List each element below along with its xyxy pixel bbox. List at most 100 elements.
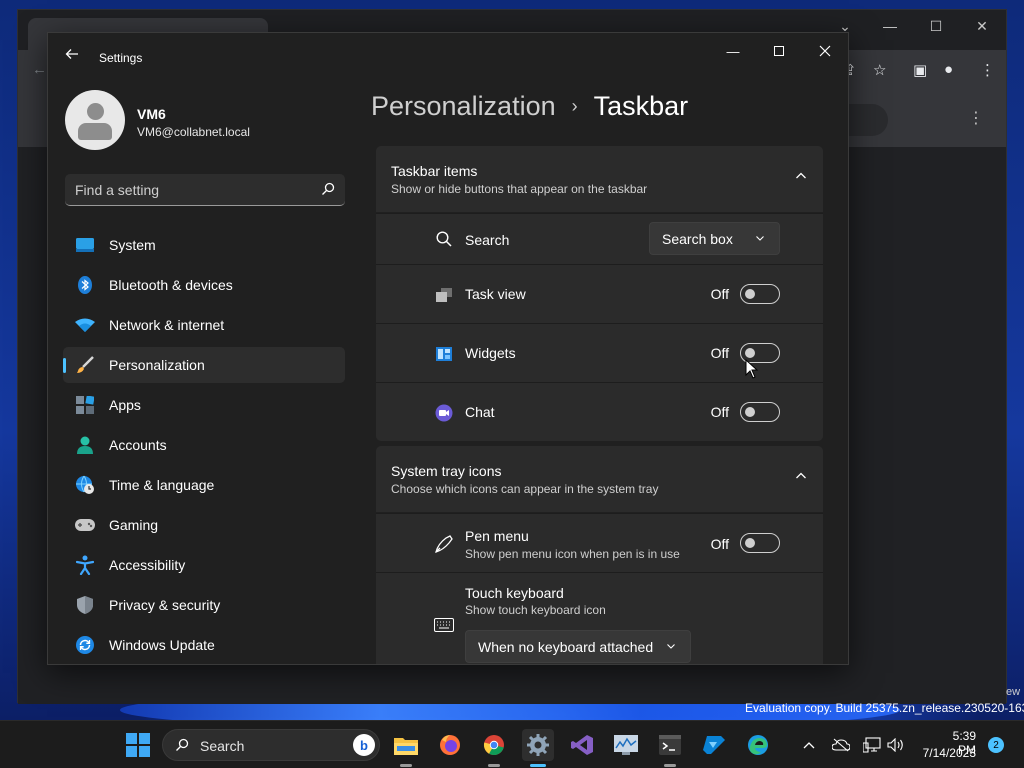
task-view-icon	[434, 285, 454, 305]
close-icon	[819, 45, 831, 57]
settings-icon	[527, 734, 549, 756]
taskbar-items-header[interactable]: Taskbar items Show or hide buttons that …	[376, 146, 823, 212]
start-button[interactable]	[126, 733, 150, 757]
sidebar-item-time-language[interactable]: Time & language	[63, 467, 345, 503]
user-email: VM6@collabnet.local	[137, 125, 250, 139]
toggle-knob	[745, 289, 755, 299]
apps-icon	[75, 395, 95, 415]
taskbar-performance-monitor[interactable]	[610, 729, 642, 761]
network-icon[interactable]	[863, 736, 881, 754]
touch-keyboard-dropdown[interactable]: When no keyboard attached	[465, 630, 691, 663]
cloud-offline-icon[interactable]	[832, 736, 850, 754]
keyboard-icon	[434, 615, 454, 635]
sidebar-item-system[interactable]: System	[63, 227, 345, 263]
chat-toggle[interactable]	[740, 402, 780, 422]
taskbar-terminal[interactable]	[654, 729, 686, 767]
title-bar: Settings —	[48, 33, 848, 81]
row-label: Pen menu	[465, 528, 529, 544]
bluetooth-icon	[75, 275, 95, 295]
avatar[interactable]	[65, 90, 125, 150]
sidebar-item-windows-update[interactable]: Windows Update	[63, 627, 345, 663]
breadcrumb-parent-link[interactable]: Personalization	[371, 91, 556, 122]
accessibility-icon	[75, 555, 95, 575]
dropdown-value: When no keyboard attached	[478, 638, 654, 655]
sidebar-item-label: Windows Update	[109, 637, 215, 653]
task-view-toggle[interactable]	[740, 284, 780, 304]
toggle-state-text: Off	[710, 286, 729, 302]
pen-menu-toggle[interactable]	[740, 533, 780, 553]
row-label: Chat	[465, 404, 495, 420]
chrome-sidepanel-icon[interactable]: ▣	[913, 61, 927, 79]
chrome-maximize-icon[interactable]: ☐	[914, 18, 958, 35]
find-setting-input[interactable]	[75, 180, 315, 200]
taskbar-firefox[interactable]	[434, 729, 466, 761]
sidebar-item-network[interactable]: Network & internet	[63, 307, 345, 343]
sidebar-nav: System Bluetooth & devices Network & int…	[63, 227, 345, 664]
taskbar-items-section: Taskbar items Show or hide buttons that …	[376, 146, 823, 441]
page-title: Taskbar	[593, 91, 689, 121]
notification-badge[interactable]: 2	[988, 737, 1004, 753]
bing-icon[interactable]: b	[353, 734, 375, 756]
running-indicator	[664, 764, 676, 767]
sidebar-item-label: Privacy & security	[109, 597, 221, 613]
chat-row: Chat Off	[376, 382, 823, 441]
chrome-back-icon[interactable]: ←	[32, 61, 47, 78]
clock-date[interactable]: 7/14/2023	[912, 746, 976, 760]
taskbar-settings[interactable]	[522, 729, 554, 767]
minimize-icon: —	[726, 43, 740, 59]
toggle-knob	[745, 407, 755, 417]
chrome-profile-icon[interactable]: ●	[944, 61, 953, 78]
sidebar-item-gaming[interactable]: Gaming	[63, 507, 345, 543]
taskbar-search-box[interactable]: Search b	[162, 729, 380, 761]
show-hidden-icons-chevron-icon[interactable]	[800, 736, 818, 754]
breadcrumb-chevron-icon: ›	[571, 96, 578, 116]
sidebar-item-bluetooth[interactable]: Bluetooth & devices	[63, 267, 345, 303]
mouse-cursor-icon	[745, 359, 759, 379]
taskbar-chrome[interactable]	[478, 729, 510, 767]
search-icon	[176, 738, 189, 751]
edge-icon	[748, 735, 768, 755]
section-subtitle: Choose which icons can appear in the sys…	[391, 482, 659, 496]
chat-icon	[434, 403, 454, 423]
chrome-minimize-icon[interactable]: —	[868, 18, 912, 34]
breadcrumb: Personalization › Taskbar	[371, 91, 688, 122]
globe-clock-icon	[75, 475, 95, 495]
chrome-page-menu-icon[interactable]: ⋮	[968, 108, 984, 128]
taskbar-edge[interactable]	[742, 729, 774, 761]
toggle-state-text: Off	[710, 536, 729, 552]
chevron-down-icon	[667, 644, 675, 649]
azure-data-studio-icon	[703, 736, 725, 754]
sidebar-item-label: Bluetooth & devices	[109, 277, 233, 293]
taskbar-visual-studio[interactable]	[566, 729, 598, 761]
chrome-menu-icon[interactable]: ⋮	[980, 61, 995, 79]
taskbar: Search b 5:39 PM 7/14/2023 2	[0, 720, 1024, 768]
shield-icon	[75, 595, 95, 615]
firefox-icon	[440, 735, 460, 755]
search-icon[interactable]	[321, 182, 335, 196]
system-tray-header[interactable]: System tray icons Choose which icons can…	[376, 446, 823, 512]
back-button[interactable]	[62, 47, 82, 67]
sidebar-item-accessibility[interactable]: Accessibility	[63, 547, 345, 583]
chrome-star-icon[interactable]: ☆	[873, 61, 886, 79]
sidebar-item-personalization[interactable]: Personalization	[63, 347, 345, 383]
evaluation-watermark: Evaluation copy. Build 25375.zn_release.…	[745, 701, 1024, 715]
sidebar-item-accounts[interactable]: Accounts	[63, 427, 345, 463]
system-tray-section: System tray icons Choose which icons can…	[376, 446, 823, 664]
close-button[interactable]	[802, 35, 848, 67]
sidebar-item-apps[interactable]: Apps	[63, 387, 345, 423]
maximize-button[interactable]	[756, 35, 802, 67]
visual-studio-icon	[571, 735, 593, 755]
gamepad-icon	[75, 515, 95, 535]
sidebar-item-label: Time & language	[109, 477, 215, 493]
chrome-close-icon[interactable]: ✕	[960, 18, 1004, 35]
sidebar-item-privacy[interactable]: Privacy & security	[63, 587, 345, 623]
minimize-button[interactable]: —	[710, 35, 756, 67]
wifi-icon	[75, 315, 95, 335]
volume-icon[interactable]	[887, 736, 905, 754]
taskbar-file-explorer[interactable]	[390, 729, 422, 767]
avatar-body	[78, 123, 112, 140]
active-indicator	[530, 764, 546, 767]
search-mode-dropdown[interactable]: Search box	[649, 222, 780, 255]
taskbar-azure-data-studio[interactable]	[698, 729, 730, 761]
toggle-knob	[745, 348, 755, 358]
